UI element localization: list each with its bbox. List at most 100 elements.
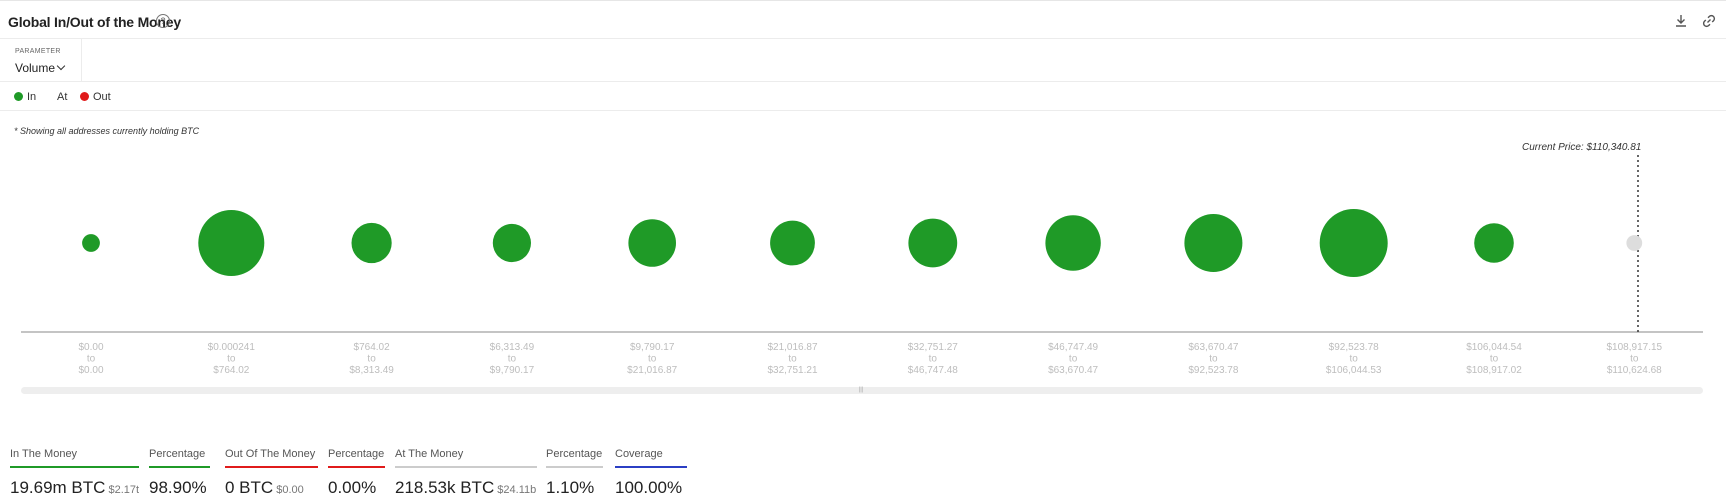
stat-0: In The Money 19.69m BTC $2.17t <box>10 448 139 497</box>
tick-label-2-2: $8,313.49 <box>349 365 394 376</box>
bubble-chart: $0.00to$0.00$0.000241to$764.02$764.02to$… <box>21 155 1703 376</box>
tick-label-7-0: $46,747.49 <box>1048 342 1098 353</box>
stat-sub-value: $0.00 <box>273 484 304 496</box>
stat-1: Percentage 98.90% <box>149 448 210 497</box>
tick-label-0-0: $0.00 <box>78 342 103 353</box>
legend-label-in: In <box>27 91 37 103</box>
tick-label-8-0: $63,670.47 <box>1188 342 1238 353</box>
tick-label-1-2: $764.02 <box>213 365 250 376</box>
tick-label-4-0: $9,790.17 <box>630 342 675 353</box>
stat-3: Percentage 0.00% <box>328 448 385 497</box>
stat-label: In The Money <box>10 448 78 460</box>
legend-item-out[interactable]: Out <box>80 91 111 103</box>
chart-legend: In At Out <box>0 82 1726 111</box>
tick-label-10-1: to <box>1490 354 1499 365</box>
tick-label-10-2: $108,917.02 <box>1466 365 1522 376</box>
tick-label-7-2: $63,670.47 <box>1048 365 1098 376</box>
tick-label-3-2: $9,790.17 <box>490 365 535 376</box>
legend-label-at: At <box>57 91 68 103</box>
tick-label-11-0: $108,917.15 <box>1606 342 1662 353</box>
tick-label-1-0: $0.000241 <box>208 342 256 353</box>
stat-4: At The Money 218.53k BTC $24.11b <box>395 448 537 497</box>
bubble-7[interactable] <box>1045 215 1101 271</box>
tick-label-9-2: $106,044.53 <box>1326 365 1382 376</box>
chart-scrollbar[interactable]: ||| <box>21 387 1703 394</box>
stat-sub-value: $24.11b <box>494 484 537 496</box>
tick-label-3-0: $6,313.49 <box>490 342 535 353</box>
bubble-9[interactable] <box>1319 209 1388 277</box>
tick-label-10-0: $106,044.54 <box>1466 342 1522 353</box>
bubble-0[interactable] <box>82 234 100 252</box>
tick-label-11-1: to <box>1630 354 1639 365</box>
bubble-4[interactable] <box>628 219 676 267</box>
link-icon[interactable] <box>1701 13 1717 29</box>
stat-6: Coverage 100.00% <box>615 448 687 497</box>
stat-value: 218.53k BTC $24.11b <box>395 478 537 497</box>
tick-label-4-1: to <box>648 354 657 365</box>
stat-label: Percentage <box>328 448 385 460</box>
parameter-bar: PARAMETER Volume <box>0 39 1726 82</box>
legend-dot-in-icon <box>14 92 23 101</box>
parameter-value: Volume <box>15 61 56 75</box>
stat-value: 0.00% <box>328 478 377 497</box>
legend-label-out: Out <box>93 91 111 103</box>
bubble-2[interactable] <box>351 222 392 264</box>
stat-sub-value: $2.17t <box>105 484 140 496</box>
bubble-5[interactable] <box>770 220 815 266</box>
stat-value: 19.69m BTC $2.17t <box>10 478 140 497</box>
stat-label: Percentage <box>546 448 603 460</box>
tick-label-5-2: $32,751.21 <box>767 365 817 376</box>
bubble-11[interactable] <box>1626 235 1643 251</box>
tick-label-3-1: to <box>508 354 517 365</box>
bubble-8[interactable] <box>1184 214 1243 272</box>
tick-label-8-1: to <box>1209 354 1218 365</box>
stat-2: Out Of The Money 0 BTC $0.00 <box>225 448 318 497</box>
bubble-6[interactable] <box>908 218 958 268</box>
tick-label-6-0: $32,751.27 <box>908 342 958 353</box>
tick-label-0-1: to <box>87 354 96 365</box>
tick-label-9-0: $92,523.78 <box>1329 342 1379 353</box>
stat-underline <box>149 466 210 468</box>
stat-label: Coverage <box>615 448 663 460</box>
scrollbar-grip-icon[interactable]: ||| <box>857 387 865 393</box>
download-icon[interactable] <box>1673 13 1689 29</box>
stat-label: At The Money <box>395 448 464 460</box>
parameter-dropdown[interactable]: Volume <box>15 61 66 75</box>
bubble-1[interactable] <box>198 210 265 276</box>
widget-title: Global In/Out of the Money <box>8 14 181 30</box>
legend-dot-out-icon <box>80 92 89 101</box>
stat-underline <box>10 466 139 468</box>
tick-label-9-1: to <box>1350 354 1359 365</box>
stat-5: Percentage 1.10% <box>546 448 603 497</box>
legend-item-in[interactable]: In <box>14 91 36 103</box>
legend-item-at[interactable]: At <box>57 91 67 103</box>
tick-label-5-1: to <box>788 354 797 365</box>
stat-underline <box>395 466 537 468</box>
stat-value: 98.90% <box>149 478 207 497</box>
stat-label: Out Of The Money <box>225 448 316 460</box>
stat-underline <box>225 466 318 468</box>
stat-value: 1.10% <box>546 478 595 497</box>
stat-label: Percentage <box>149 448 206 460</box>
stat-underline <box>615 466 687 468</box>
tick-label-0-2: $0.00 <box>78 365 103 376</box>
tick-label-4-2: $21,016.87 <box>627 365 677 376</box>
chart-note: * Showing all addresses currently holdin… <box>14 126 200 136</box>
tick-label-1-1: to <box>227 354 236 365</box>
tick-label-2-0: $764.02 <box>354 342 391 353</box>
stat-value: 0 BTC $0.00 <box>225 478 304 497</box>
tick-label-8-2: $92,523.78 <box>1188 365 1238 376</box>
bubble-3[interactable] <box>492 223 531 263</box>
stat-underline <box>328 466 385 468</box>
bubble-10[interactable] <box>1474 223 1514 263</box>
tick-label-11-2: $110,624.68 <box>1607 365 1662 376</box>
tick-label-6-1: to <box>929 354 938 365</box>
tick-label-7-1: to <box>1069 354 1078 365</box>
stat-value: 100.00% <box>615 478 683 497</box>
widget-header: Global In/Out of the Money ? <box>0 1 1726 39</box>
parameter-selector[interactable]: PARAMETER Volume <box>0 39 82 81</box>
tick-label-5-0: $21,016.87 <box>767 342 817 353</box>
tick-label-6-2: $46,747.48 <box>908 365 958 376</box>
help-icon[interactable]: ? <box>156 14 170 28</box>
tick-label-2-1: to <box>367 354 376 365</box>
